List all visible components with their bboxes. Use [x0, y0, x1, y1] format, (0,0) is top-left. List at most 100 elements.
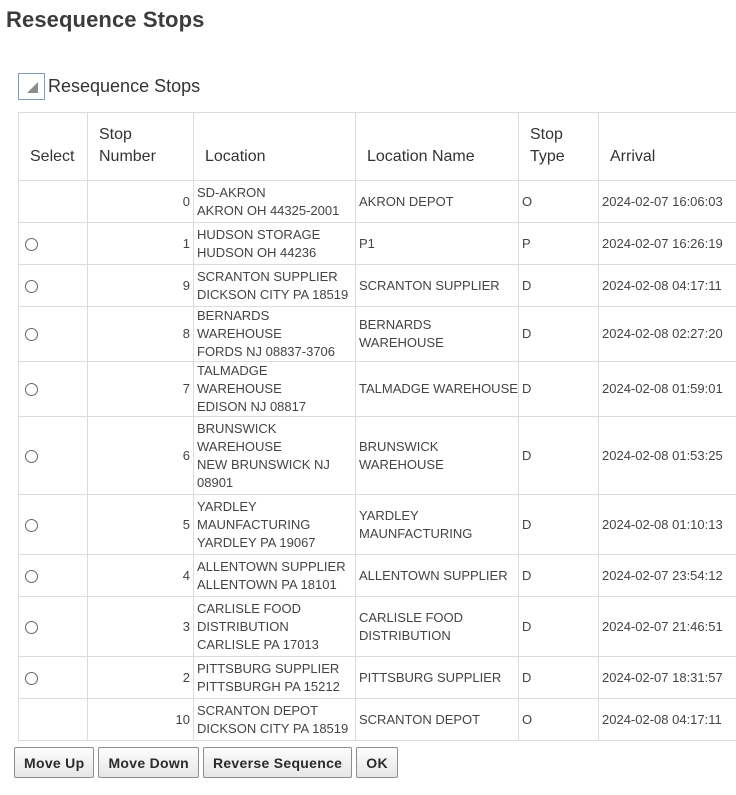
location-line: NEW BRUNSWICK NJ — [197, 456, 330, 472]
collapse-triangle-icon[interactable] — [18, 72, 45, 100]
ok-button[interactable]: OK — [356, 747, 398, 778]
location-name-line: TALMADGE WAREHOUSE — [359, 381, 518, 396]
table-row[interactable]: 3 CARLISLE FOOD DISTRIBUTION CARLISLE PA 17… — [18, 596, 736, 657]
location-line: ALLENTOWN PA 18101 — [197, 576, 337, 592]
table-row[interactable]: 6 BRUNSWICK WAREHOUSE NEW BRUNSWICK NJ 08901… — [18, 416, 736, 495]
column-header-arrival: Arrival — [598, 112, 736, 181]
location-name-line: BRUNSWICK — [359, 438, 439, 454]
column-header-location-name: Location Name — [355, 112, 519, 181]
table-row[interactable]: 4 ALLENTOWN SUPPLIER ALLENTOWN PA 18101 ALL… — [18, 554, 736, 597]
location-name-line: P1 — [359, 235, 375, 251]
table-row[interactable]: 9 SCRANTON SUPPLIER DICKSON CITY PA 18519 S… — [18, 264, 736, 307]
page-title: Resequence Stops — [6, 7, 205, 32]
arrival-cell: 2024-02-07 23:54:12 — [598, 554, 736, 597]
location-name-line: CARLISLE FOOD — [359, 609, 464, 625]
select-cell — [18, 264, 88, 307]
stop-type-cell: D — [518, 596, 599, 657]
arrival-cell: 2024-02-08 04:17:11 — [598, 698, 736, 741]
location-line: PITTSBURG SUPPLIER — [197, 660, 340, 676]
reverse-sequence-button[interactable]: Reverse Sequence — [202, 747, 353, 778]
table-row[interactable]: 8 BERNARDS WAREHOUSE FORDS NJ 08837-3706 BE… — [18, 306, 736, 362]
location-line: YARDLEY PA 19067 — [197, 534, 316, 550]
table-row[interactable]: 1 HUDSON STORAGE HUDSON OH 44236 P1 P 2024-02… — [18, 222, 736, 265]
table-row[interactable]: 5 YARDLEY MAUNFACTURING YARDLEY PA 19067 YAR… — [18, 494, 736, 555]
select-radio[interactable] — [25, 620, 38, 634]
location-name-cell: SCRANTON SUPPLIER — [355, 264, 519, 307]
location-line: SCRANTON SUPPLIER — [197, 268, 338, 284]
location-name-line: WAREHOUSE — [359, 456, 444, 472]
location-name-cell: YARDLEY MAUNFACTURING — [355, 494, 519, 555]
select-radio[interactable] — [25, 383, 38, 397]
arrival-cell: 2024-02-08 04:17:11 — [598, 264, 736, 307]
column-header-stop-number-line2: Number — [99, 148, 156, 165]
stop-number-cell: 10 — [87, 698, 194, 741]
location-name-cell: SCRANTON DEPOT — [355, 698, 519, 741]
select-cell — [18, 494, 88, 555]
column-header-stop-type: Stop Type — [518, 112, 599, 181]
select-radio[interactable] — [25, 328, 38, 342]
select-cell — [18, 222, 88, 265]
move-up-button[interactable]: Move Up — [14, 747, 95, 778]
table-row[interactable]: 7 TALMADGE WAREHOUSE EDISON NJ 08817 TALMAD… — [18, 361, 736, 417]
stop-number-cell: 4 — [87, 554, 194, 597]
location-line: FORDS NJ 08837-3706 — [197, 344, 336, 359]
stop-type-cell: D — [518, 554, 599, 597]
location-cell: YARDLEY MAUNFACTURING YARDLEY PA 19067 — [193, 494, 356, 555]
location-line: HUDSON OH 44236 — [197, 244, 317, 260]
location-cell: HUDSON STORAGE HUDSON OH 44236 — [193, 222, 356, 265]
stop-number-cell: 0 — [87, 180, 194, 223]
table-body: 0 SD-AKRON AKRON OH 44325-2001 AKRON DEPOT O… — [18, 180, 736, 741]
select-cell — [18, 596, 88, 657]
stops-table: Select Stop Number Location Location Nam… — [18, 112, 736, 741]
select-cell — [18, 698, 88, 741]
select-radio[interactable] — [25, 449, 38, 463]
column-header-select: Select — [18, 112, 88, 181]
location-line: CARLISLE FOOD — [197, 600, 302, 616]
column-header-stop-type-line1: Stop — [530, 126, 563, 143]
location-name-line: ALLENTOWN SUPPLIER — [359, 567, 508, 583]
stop-type-cell: P — [518, 222, 599, 265]
location-line: PITTSBURGH PA 15212 — [197, 678, 340, 694]
select-radio[interactable] — [25, 279, 38, 293]
location-cell: SCRANTON DEPOT DICKSON CITY PA 18519 — [193, 698, 356, 741]
table-row[interactable]: 2 PITTSBURG SUPPLIER PITTSBURGH PA 15212 PI… — [18, 656, 736, 699]
select-radio[interactable] — [25, 671, 38, 685]
location-name-line: SCRANTON DEPOT — [359, 711, 481, 727]
move-down-button[interactable]: Move Down — [98, 747, 199, 778]
select-radio[interactable] — [25, 569, 38, 583]
location-line: TALMADGE WAREHOUSE — [197, 363, 282, 396]
select-cell — [18, 656, 88, 699]
arrival-cell: 2024-02-07 16:26:19 — [598, 222, 736, 265]
location-name-line: BERNARDS WAREHOUSE — [359, 317, 444, 350]
location-cell: SCRANTON SUPPLIER DICKSON CITY PA 18519 — [193, 264, 356, 307]
stop-type-cell: D — [518, 361, 599, 417]
location-name-cell: BERNARDS WAREHOUSE — [355, 306, 519, 362]
table-row[interactable]: 0 SD-AKRON AKRON OH 44325-2001 AKRON DEPOT O… — [18, 180, 736, 223]
select-cell — [18, 416, 88, 495]
stop-type-cell: D — [518, 656, 599, 699]
select-radio[interactable] — [25, 237, 38, 251]
location-line: BERNARDS WAREHOUSE — [197, 308, 282, 341]
stops-table-container: Select Stop Number Location Location Nam… — [18, 112, 736, 741]
location-name-cell: P1 — [355, 222, 519, 265]
location-line: CARLISLE PA 17013 — [197, 636, 319, 652]
location-line: ALLENTOWN SUPPLIER — [197, 558, 346, 574]
select-radio[interactable] — [25, 518, 38, 532]
location-line: AKRON OH 44325-2001 — [197, 202, 340, 218]
table-row[interactable]: 10 SCRANTON DEPOT DICKSON CITY PA 18519 SCR… — [18, 698, 736, 741]
location-line: MAUNFACTURING — [197, 516, 311, 532]
table-header-row: Select Stop Number Location Location Nam… — [18, 112, 736, 181]
arrival-cell: 2024-02-08 01:59:01 — [598, 361, 736, 417]
location-name-line: PITTSBURG SUPPLIER — [359, 669, 502, 685]
column-header-stop-number: Stop Number — [87, 112, 194, 181]
arrival-cell: 2024-02-08 01:10:13 — [598, 494, 736, 555]
location-name-cell: TALMADGE WAREHOUSE — [355, 361, 519, 417]
location-line: 08901 — [197, 474, 234, 490]
stop-type-cell: D — [518, 306, 599, 362]
location-name-line: DISTRIBUTION — [359, 627, 451, 643]
location-name-cell: PITTSBURG SUPPLIER — [355, 656, 519, 699]
location-name-line: AKRON DEPOT — [359, 193, 454, 209]
location-name-line: YARDLEY — [359, 507, 419, 523]
stop-number-cell: 3 — [87, 596, 194, 657]
location-cell: BERNARDS WAREHOUSE FORDS NJ 08837-3706 — [193, 306, 356, 362]
